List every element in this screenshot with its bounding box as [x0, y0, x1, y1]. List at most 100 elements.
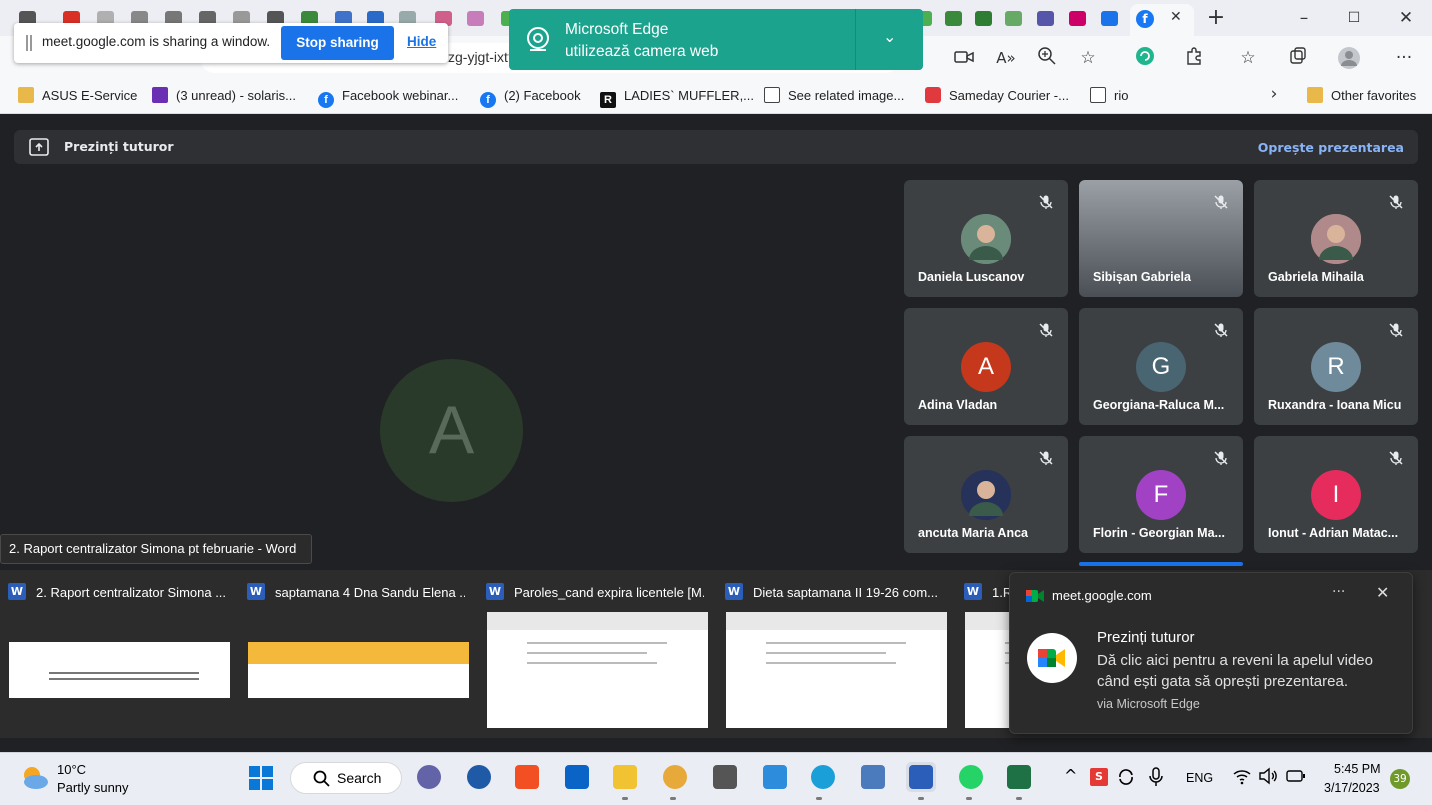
drag-handle-icon[interactable]: [26, 35, 32, 51]
participant-tile[interactable]: Sibișan Gabriela: [1079, 180, 1243, 297]
add-favorite-icon[interactable]: ☆: [1076, 46, 1100, 70]
word-icon: W: [486, 583, 504, 600]
participant-tile[interactable]: ancuta Maria Anca: [904, 436, 1068, 553]
tab-close-icon[interactable]: ✕: [1170, 9, 1182, 25]
settings-more-icon[interactable]: ···: [1392, 46, 1416, 70]
bookmark-item[interactable]: f (2) Facebook: [480, 86, 581, 108]
hide-share-bar-link[interactable]: Hide: [407, 34, 436, 49]
window-thumbnail[interactable]: Wsaptamana 4 Dna Sandu Elena ...: [239, 580, 469, 730]
participant-tile[interactable]: G Georgiana-Raluca M...: [1079, 308, 1243, 425]
clock-date[interactable]: 3/17/2023: [1324, 781, 1380, 795]
tray-app-icon[interactable]: S: [1090, 768, 1108, 786]
participant-tile[interactable]: I Ionut - Adrian Matac...: [1254, 436, 1418, 553]
participant-tile[interactable]: Daniela Luscanov: [904, 180, 1068, 297]
window-thumbnail[interactable]: W 2. Raport centralizator Simona ...: [0, 580, 230, 730]
extension-refresh-icon[interactable]: [1133, 46, 1157, 70]
participant-tile[interactable]: R Ruxandra - Ioana Micu: [1254, 308, 1418, 425]
meet-notification[interactable]: meet.google.com ··· ✕ Prezinți tuturor D…: [1009, 572, 1413, 734]
window-tooltip: 2. Raport centralizator Simona pt februa…: [0, 534, 312, 564]
medal-app-icon[interactable]: [660, 762, 690, 792]
notification-more-icon[interactable]: ···: [1332, 584, 1345, 600]
microphone-icon[interactable]: [1148, 766, 1164, 788]
presenting-title: Prezinți tuturor: [64, 139, 174, 154]
photos-app-icon[interactable]: [760, 762, 790, 792]
chevron-down-icon[interactable]: ⌄: [883, 27, 896, 46]
vpn-app-icon[interactable]: [464, 762, 494, 792]
mail-app-icon[interactable]: [562, 762, 592, 792]
stop-sharing-button[interactable]: Stop sharing: [281, 26, 394, 60]
calculator-icon[interactable]: [710, 762, 740, 792]
active-tab[interactable]: f ✕: [1130, 4, 1194, 36]
minimize-icon[interactable]: –: [1292, 6, 1316, 30]
bookmark-item[interactable]: f Facebook webinar...: [318, 86, 458, 108]
wifi-icon[interactable]: [1232, 767, 1252, 785]
bookmark-item[interactable]: (3 unread) - solaris...: [152, 86, 296, 106]
word-icon: W: [8, 583, 26, 600]
thumbnail-title: saptamana 4 Dna Sandu Elena ...: [275, 585, 465, 600]
browser-tab[interactable]: [940, 6, 968, 30]
volume-icon[interactable]: [1258, 767, 1278, 785]
weather-partly-sunny-icon[interactable]: [18, 762, 52, 792]
clock-time[interactable]: 5:45 PM: [1334, 762, 1381, 776]
battery-icon[interactable]: [1285, 767, 1307, 785]
participant-avatar: [1136, 214, 1186, 264]
new-tab-icon[interactable]: +: [1204, 6, 1228, 30]
browser-tab[interactable]: [1064, 6, 1092, 30]
chevron-right-icon[interactable]: ›: [1262, 82, 1286, 106]
camera-in-use-notice[interactable]: Microsoft Edge utilizează camera web ⌄: [509, 9, 923, 70]
windows-start-icon[interactable]: [248, 765, 274, 791]
sync-icon[interactable]: [1116, 767, 1136, 787]
browser-tab[interactable]: [462, 6, 490, 30]
word-taskbar-icon[interactable]: [906, 762, 936, 792]
collections-icon[interactable]: [1286, 46, 1310, 70]
thumbnail-title: 2. Raport centralizator Simona ...: [36, 585, 226, 600]
taskbar-search[interactable]: Search: [290, 762, 402, 794]
notification-count-badge[interactable]: 39: [1390, 769, 1410, 789]
bookmark-item[interactable]: ASUS E-Service: [18, 86, 137, 106]
teams-chat-icon[interactable]: [414, 762, 444, 792]
weather-condition[interactable]: Partly sunny: [57, 780, 129, 795]
stop-presenting-button[interactable]: Oprește prezentarea: [1258, 140, 1404, 155]
participant-tile[interactable]: F Florin - Georgian Ma...: [1079, 436, 1243, 553]
maximize-icon[interactable]: ☐: [1342, 6, 1366, 30]
microsoft-store-icon[interactable]: [512, 762, 542, 792]
file-explorer-icon[interactable]: [610, 762, 640, 792]
page-icon: [1090, 87, 1106, 103]
notification-body: Dă clic aici pentru a reveni la apelul v…: [1097, 652, 1373, 690]
window-close-icon[interactable]: ✕: [1394, 6, 1418, 30]
edge-browser-icon[interactable]: [808, 762, 838, 792]
bookmark-item[interactable]: See related image...: [764, 86, 904, 106]
bookmark-item[interactable]: rio: [1090, 86, 1128, 106]
folder-icon: [1307, 87, 1323, 103]
excel-icon[interactable]: [1004, 762, 1034, 792]
browser-tab[interactable]: [970, 6, 998, 30]
favorites-icon[interactable]: ☆: [1236, 46, 1260, 70]
window-thumbnail[interactable]: W Paroles_cand expira licentele [M...: [478, 580, 708, 730]
participant-tile[interactable]: A Adina Vladan: [904, 308, 1068, 425]
profile-avatar[interactable]: [1337, 46, 1361, 70]
browser-tab[interactable]: [1000, 6, 1028, 30]
word-icon: W: [247, 583, 265, 600]
language-indicator[interactable]: ENG: [1186, 771, 1213, 785]
whatsapp-icon[interactable]: [956, 762, 986, 792]
other-favorites[interactable]: Other favorites: [1307, 86, 1416, 106]
bookmark-item[interactable]: Sameday Courier -...: [925, 86, 1069, 106]
chevron-up-icon[interactable]: ^: [1064, 766, 1077, 785]
participant-name: ancuta Maria Anca: [918, 526, 1028, 540]
mic-muted-icon: [1213, 450, 1229, 466]
browser-tab[interactable]: [1032, 6, 1060, 30]
search-icon: [313, 770, 330, 787]
extensions-icon[interactable]: [1182, 46, 1206, 70]
participant-tile[interactable]: Gabriela Mihaila: [1254, 180, 1418, 297]
browser-tab[interactable]: [1096, 6, 1124, 30]
tab-favicon-icon: [1101, 11, 1118, 26]
notification-close-icon[interactable]: ✕: [1376, 583, 1389, 602]
task-manager-icon[interactable]: [858, 762, 888, 792]
weather-temperature[interactable]: 10°C: [57, 762, 86, 777]
camera-icon[interactable]: [952, 46, 976, 70]
bookmark-item[interactable]: R LADIES` MUFFLER,...: [600, 86, 754, 108]
zoom-icon[interactable]: [1035, 46, 1059, 70]
read-aloud-icon[interactable]: A»: [994, 46, 1018, 70]
window-thumbnail[interactable]: W Dieta saptamana II 19-26 com...: [717, 580, 947, 730]
mic-muted-icon: [1038, 450, 1054, 466]
